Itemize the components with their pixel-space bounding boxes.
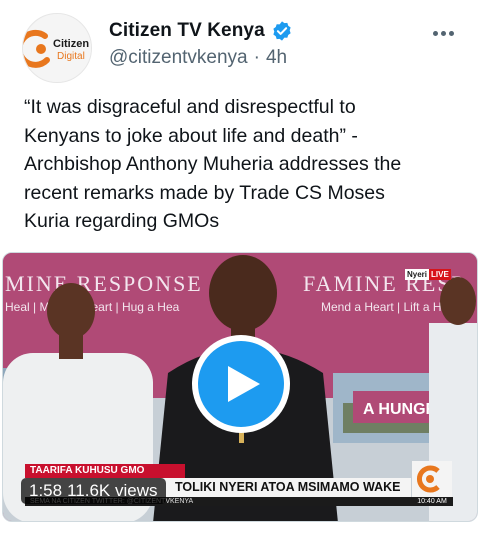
tweet-text: “It was disgraceful and disrespectful to… xyxy=(24,96,402,232)
news-topic: TAARIFA KUHUSU GMO xyxy=(25,464,185,478)
video-duration: 1:58 xyxy=(29,481,63,500)
play-icon xyxy=(228,366,260,402)
live-location: Nyeri xyxy=(405,269,430,280)
tweet-timestamp[interactable]: 4h xyxy=(266,47,287,69)
verified-badge-icon xyxy=(273,21,291,41)
video-player[interactable]: MINE RESPONSE Heal | Mend a Heart | Hug … xyxy=(2,252,478,522)
author-name-row[interactable]: Citizen TV Kenya xyxy=(109,18,293,44)
more-horizontal-icon xyxy=(432,30,438,36)
news-headline: TOLIKI NYERI ATOA MSIMAMO WAKE xyxy=(175,480,401,494)
author-handle[interactable]: @citizentvkenya xyxy=(109,47,248,69)
svg-text:MINE RESPONSE: MINE RESPONSE xyxy=(5,271,203,296)
play-button[interactable] xyxy=(192,335,290,433)
live-badge: Nyeri LIVE xyxy=(405,269,451,280)
tweet-card[interactable]: Citizen Digital Citizen TV Kenya @citize… xyxy=(0,0,480,543)
citizen-tv-logo-icon xyxy=(412,461,452,497)
author-handle-row: @citizentvkenya · 4h xyxy=(109,47,287,69)
more-horizontal-icon-dot xyxy=(448,30,454,36)
citizen-digital-logo: Citizen Digital xyxy=(23,14,91,82)
broadcast-clock: 10:40 AM xyxy=(411,497,453,506)
avatar[interactable]: Citizen Digital xyxy=(22,13,92,83)
live-label: LIVE xyxy=(429,269,451,280)
play-button-circle xyxy=(198,341,284,427)
more-options-button[interactable] xyxy=(428,24,458,42)
video-views: 11.6K views xyxy=(67,481,158,500)
separator-dot: · xyxy=(253,47,260,68)
more-horizontal-icon-dot xyxy=(440,30,446,36)
author-display-name[interactable]: Citizen TV Kenya xyxy=(109,20,265,42)
video-stats-badge: 1:58 11.6K views xyxy=(21,478,166,504)
svg-text:Digital: Digital xyxy=(57,51,85,62)
svg-text:Citizen: Citizen xyxy=(53,38,89,50)
